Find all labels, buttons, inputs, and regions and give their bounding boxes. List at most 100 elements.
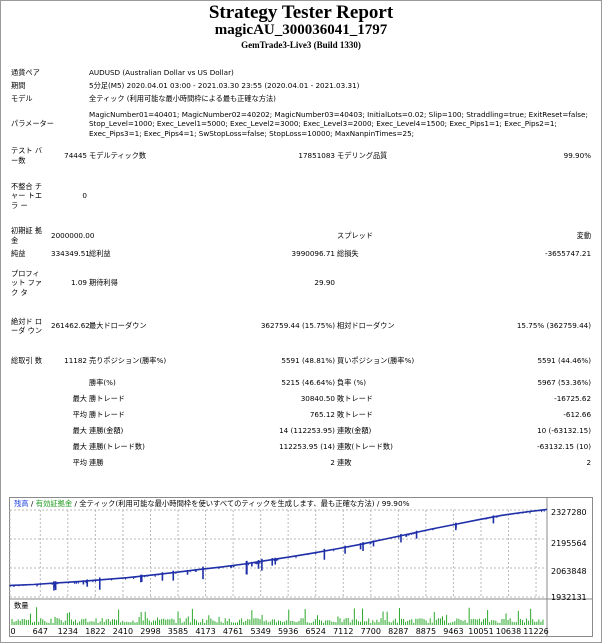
chart-legend: 残高 / 有効証拠金 / 全ティック(利用可能な最小時間枠を使いすべてのティック… (14, 499, 410, 509)
x-tick-label: 7112 (333, 627, 353, 636)
info-label: モデル (11, 93, 33, 103)
win-rate-value: 5215 (46.64%) (281, 378, 335, 388)
x-tick-label: 3585 (168, 627, 188, 636)
gross-loss-label: 総損失 (337, 249, 359, 259)
quality-label: モデリング品質 (337, 150, 388, 160)
avg-win-value: 765.12 (309, 410, 335, 420)
largest-loss-label: 敗トレード (337, 394, 373, 404)
max-drawdown-label: 最大ドローダウン (89, 321, 147, 331)
x-tick-label: 5349 (250, 627, 270, 636)
abs-drawdown-value: 261462.62 (51, 321, 90, 331)
long-positions-value: 5591 (44.46%) (537, 356, 592, 366)
chart-border (9, 497, 593, 637)
gross-profit-value: 3990096.71 (291, 249, 335, 259)
info-label: 通貨ペア (11, 67, 40, 77)
x-tick-label: 8875 (416, 627, 436, 636)
x-tick-label: 1234 (58, 627, 78, 636)
report-server: GemTrade3-Live3 (Build 1330) (241, 40, 361, 50)
avg-cons-wins-label: 連勝 (89, 458, 104, 468)
info-value: 5分足(M5) 2020.04.01 03:00 - 2021.03.30 23… (89, 80, 360, 90)
report-table: 通貨ペア AUDUSD (Australian Dollar vs US Doll… (10, 66, 592, 471)
x-tick-label: 1822 (85, 627, 105, 636)
x-tick-label: 9463 (443, 627, 463, 636)
cons-wins-label: 連勝(金額) (89, 426, 124, 436)
loss-rate-label: 負率 (%) (337, 378, 367, 388)
max-label: 最大 (72, 394, 87, 404)
x-tick-label: 8287 (388, 627, 408, 636)
legend-model: 全ティック(利用可能な最小時間枠を使いすべてのティックを生成します、最も正確な方… (79, 499, 410, 508)
x-tick-label: 7700 (361, 627, 381, 636)
info-label: パラメーター (11, 119, 54, 129)
x-tick-label: 647 (33, 627, 48, 636)
x-tick-label: 5936 (278, 627, 298, 636)
bars-label: テスト バー数 (11, 146, 43, 165)
avg-cons-losses-label: 連敗 (337, 458, 352, 468)
balance-chart: 2327280 2195564 2063848 1932131 0 647 1234 1822… (9, 497, 593, 637)
volume-label: 数量 (14, 601, 29, 610)
win-rate-label: 勝率(%) (89, 378, 116, 388)
parameters-value: MagicNumber01=40401; MagicNumber02=40202… (89, 109, 588, 138)
net-profit-value: 334349.51 (51, 249, 90, 259)
legend-equity: 有効証拠金 (35, 499, 73, 508)
short-positions-label: 売りポジション(勝率%) (89, 356, 167, 366)
y-tick-label: 2063848 (551, 567, 587, 576)
net-profit-label: 純益 (11, 249, 26, 259)
largest-win-label: 勝トレード (89, 394, 125, 404)
rel-drawdown-value: 15.75% (362759.44) (516, 321, 592, 331)
report-subtitle: magicAU_300036041_1797 (214, 22, 388, 38)
bars-value: 74445 (64, 150, 87, 160)
largest-loss-value: -16725.62 (554, 394, 592, 404)
abs-drawdown-label: 絶対ド ローダ ウン (11, 316, 43, 336)
y-tick-label: 2327280 (551, 508, 587, 517)
expected-payoff-label: 期待利得 (89, 278, 118, 288)
avg-loss-value: -612.66 (563, 410, 592, 420)
x-tick-label: 0 (10, 627, 15, 636)
profit-factor-label: プロフィ ット ファク タ (11, 268, 43, 297)
deposit-value: 2000000.00 (51, 230, 95, 240)
avg-win-label: 勝トレード (89, 410, 125, 420)
spread-value: 変動 (576, 230, 592, 240)
expected-payoff-value: 29.90 (314, 278, 335, 288)
profit-factor-value: 1.09 (70, 278, 87, 288)
cons-wins-value: 14 (112253.95) (279, 426, 335, 436)
legend-balance: 残高 (14, 499, 29, 508)
info-value: 全ティック (利用可能な最小時間枠による最も正確な方法) (89, 93, 276, 103)
x-tick-label: 11226 (523, 627, 548, 636)
largest-win-value: 30840.50 (300, 394, 335, 404)
total-trades-value: 11182 (64, 356, 87, 366)
short-positions-value: 5591 (48.81%) (281, 356, 335, 366)
chart-canvas: 2327280 2195564 2063848 1932131 0 647 1234 1822… (9, 497, 593, 637)
gross-loss-value: -3655747.21 (544, 249, 592, 259)
deposit-label: 初期証 拠金 (11, 226, 43, 245)
long-positions-label: 買いポジション(勝率%) (337, 356, 415, 366)
y-tick-label: 1932131 (551, 593, 587, 602)
info-value: AUDUSD (Australian Dollar vs US Dollar) (89, 67, 234, 77)
max-label: 最大 (72, 442, 87, 452)
ticks-value: 17851083 (298, 150, 335, 160)
mismatch-value: 0 (82, 191, 87, 201)
cons-loss-value: -63132.15 (10) (537, 442, 592, 452)
rel-drawdown-label: 相対ドローダウン (337, 321, 395, 331)
legend-separator: / (28, 499, 36, 508)
total-trades-label: 総取引 数 (11, 356, 43, 366)
cons-profit-label: 連勝(トレード数) (89, 442, 145, 452)
avg-cons-losses-value: 2 (586, 458, 592, 468)
x-tick-label: 6524 (306, 627, 326, 636)
max-label: 最大 (72, 426, 87, 436)
mismatch-label: 不整合 チャー トエラ ー (11, 181, 43, 210)
info-label: 期間 (11, 80, 26, 90)
cons-losses-label: 連敗(金額) (337, 426, 372, 436)
ticks-label: モデルティック数 (89, 150, 147, 160)
spread-label: スプレッド (337, 230, 373, 240)
avg-label: 平均 (72, 458, 87, 468)
avg-loss-label: 敗トレード (337, 410, 373, 420)
x-tick-label: 2998 (140, 627, 160, 636)
cons-profit-value: 112253.95 (14) (279, 442, 335, 452)
x-tick-label: 2410 (113, 627, 133, 636)
y-tick-label: 2195564 (551, 539, 587, 548)
gross-profit-label: 総利益 (89, 249, 111, 259)
avg-label: 平均 (72, 410, 87, 420)
max-drawdown-value: 362759.44 (15.75%) (260, 321, 335, 331)
x-tick-label: 10638 (496, 627, 521, 636)
quality-value: 99.90% (563, 150, 592, 160)
